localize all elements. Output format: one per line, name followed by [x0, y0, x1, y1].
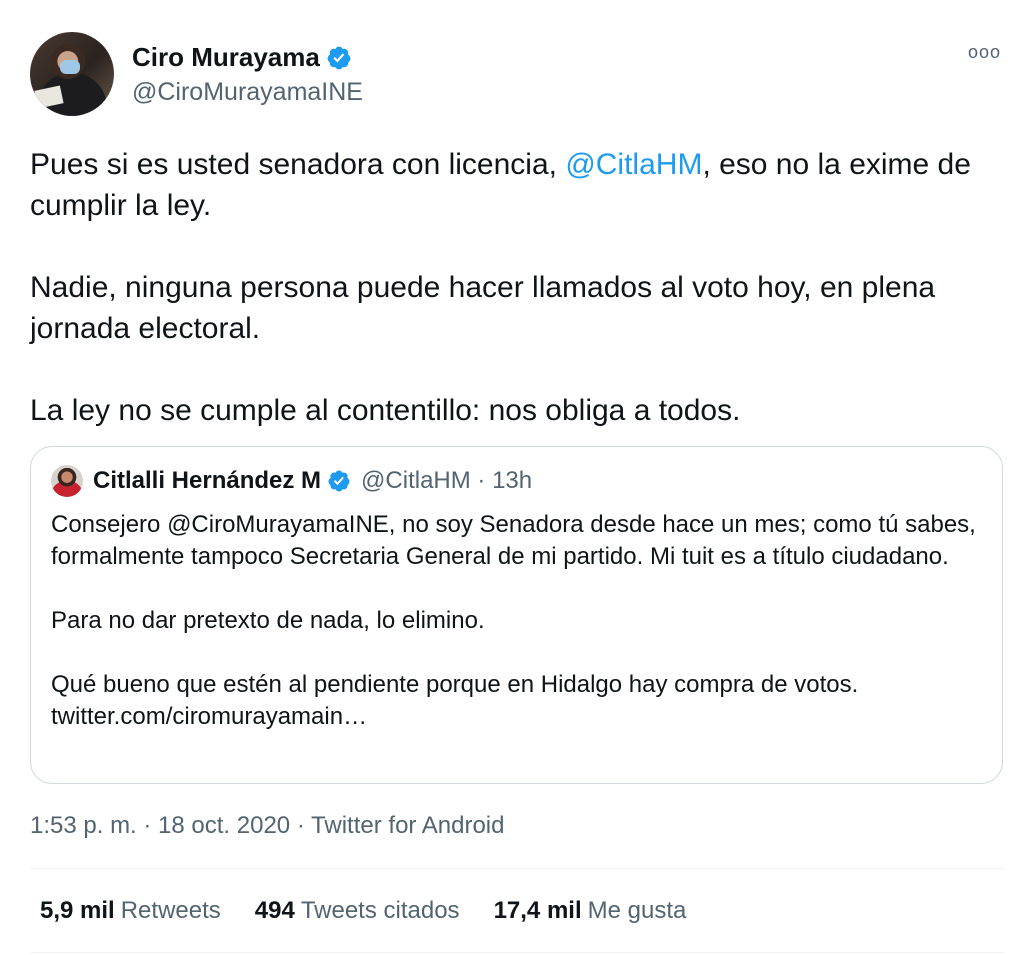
quoted-tweet-header: Citlalli Hernández M @CitlaHM · 13h	[51, 465, 532, 497]
quoted-author-meta[interactable]: @CitlaHM · 13h	[361, 467, 532, 495]
engagement-stats: 5,9 mil Retweets 494 Tweets citados 17,4 m…	[40, 897, 720, 925]
stat-label: Tweets citados	[300, 897, 460, 924]
quoted-paragraph: Para no dar pretexto de nada, lo elimino…	[51, 607, 485, 634]
quote-tweets-stat[interactable]: 494 Tweets citados	[255, 897, 460, 925]
quoted-author-avatar[interactable]	[51, 465, 83, 497]
avatar-papers	[34, 85, 64, 109]
stat-label: Retweets	[120, 897, 221, 924]
verified-badge-icon	[327, 46, 351, 69]
quoted-paragraph: Qué bueno que estén al pendiente porque …	[51, 671, 859, 730]
verified-badge-icon	[328, 470, 350, 492]
quoted-paragraph: Consejero @CiroMurayamaINE, no soy Senad…	[51, 511, 976, 570]
tweet-paragraph: Nadie, ninguna persona puede hacer llama…	[30, 271, 936, 345]
quoted-author-name[interactable]: Citlalli Hernández M	[93, 467, 321, 495]
mention-link[interactable]: @CitlaHM	[565, 148, 702, 181]
stat-count: 5,9 mil	[40, 897, 115, 924]
tweet-timestamp[interactable]: 1:53 p. m. · 18 oct. 2020 · Twitter for …	[30, 812, 504, 840]
stat-count: 17,4 mil	[493, 897, 582, 924]
quoted-tweet-body: Consejero @CiroMurayamaINE, no soy Senad…	[51, 509, 981, 733]
divider	[30, 952, 1005, 953]
stat-count: 494	[254, 897, 295, 924]
tweet-header: Ciro Murayama @CiroMurayamaINE ooo	[30, 30, 1005, 120]
tweet-paragraph: Pues si es usted senadora con licencia, …	[30, 144, 1005, 226]
likes-stat[interactable]: 17,4 mil Me gusta	[494, 897, 687, 925]
tweet-paragraph: La ley no se cumple al contentillo: nos …	[30, 394, 741, 427]
avatar-face-mask	[60, 60, 80, 74]
divider	[30, 868, 1005, 869]
tweet-body: Pues si es usted senadora con licencia, …	[30, 144, 1005, 431]
author-display-name[interactable]: Ciro Murayama	[132, 42, 320, 73]
more-options-icon[interactable]: ooo	[968, 42, 1001, 63]
stat-label: Me gusta	[587, 897, 687, 924]
tweet-text-segment: Pues si es usted senadora con licencia,	[30, 148, 566, 181]
author-avatar[interactable]	[30, 32, 114, 116]
author-name-line: Ciro Murayama	[132, 42, 352, 73]
author-handle[interactable]: @CiroMurayamaINE	[132, 78, 363, 107]
quoted-tweet-card[interactable]: Citlalli Hernández M @CitlaHM · 13h Cons…	[30, 446, 1003, 784]
retweets-stat[interactable]: 5,9 mil Retweets	[40, 897, 221, 925]
